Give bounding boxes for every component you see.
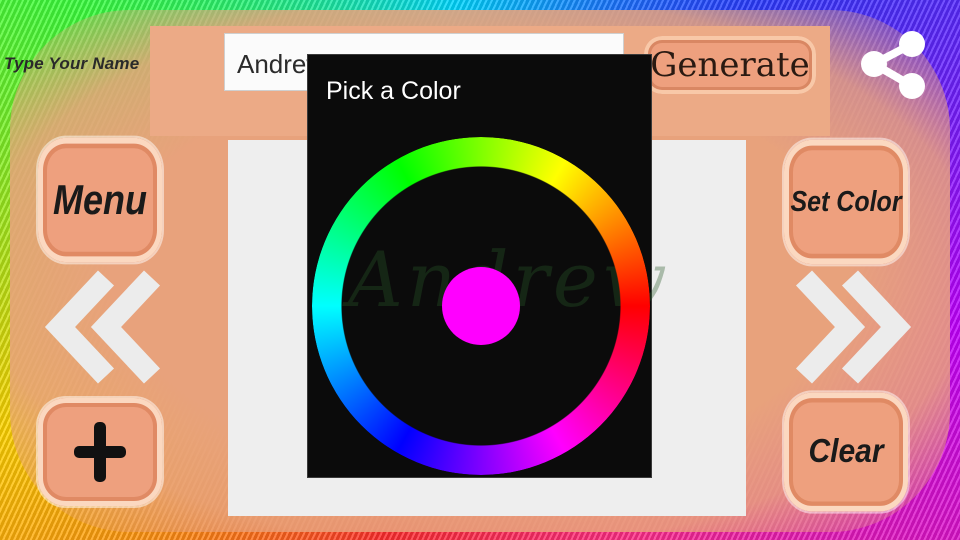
generate-button[interactable]: Generate	[644, 36, 816, 94]
selected-color-swatch[interactable]	[442, 267, 520, 345]
clear-button[interactable]: Clear	[784, 392, 908, 512]
menu-button-label: Menu	[53, 175, 147, 223]
name-label: Type Your Name	[4, 54, 140, 73]
plus-icon	[74, 422, 126, 482]
clear-label: Clear	[808, 433, 884, 470]
dialog-title: Pick a Color	[326, 77, 461, 105]
add-button[interactable]	[38, 398, 162, 506]
color-picker-dialog: Pick a Color Andrew	[307, 54, 667, 478]
double-chevron-right-icon[interactable]	[786, 268, 916, 386]
set-color-label: Set Color	[790, 185, 902, 218]
menu-button[interactable]: Menu	[38, 137, 162, 263]
set-color-button[interactable]: Set Color	[784, 139, 908, 265]
share-icon[interactable]	[852, 28, 934, 100]
double-chevron-left-icon[interactable]	[40, 268, 170, 386]
